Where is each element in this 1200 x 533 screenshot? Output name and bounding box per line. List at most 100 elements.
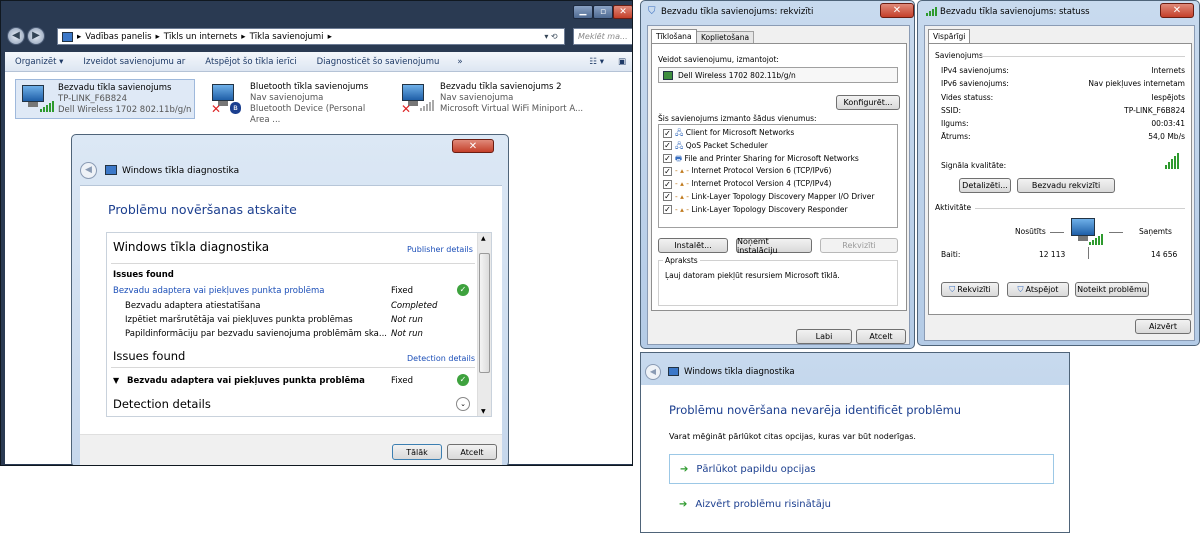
install-button[interactable]: Instalēt... xyxy=(658,238,728,253)
checkbox[interactable]: ✓ xyxy=(663,128,672,138)
diagnostics-dialog: ✕ ◀ Windows tīkla diagnostika Problēmu n… xyxy=(71,134,509,465)
detail-status: Fixed xyxy=(391,376,414,386)
view-options-icon[interactable]: ☷ ▾ xyxy=(583,57,610,67)
breadcrumb-sep-icon: ▸ xyxy=(327,31,332,42)
list-item[interactable]: ✓ - ▴ - Link-Layer Topology Discovery Map… xyxy=(663,191,893,204)
close-dialog-button[interactable]: Aizvērt xyxy=(1135,319,1191,334)
checkbox[interactable]: ✓ xyxy=(663,192,672,202)
collapse-chevron-icon[interactable]: ⌄ xyxy=(456,397,470,411)
properties-window: ⛉ Bezvadu tīkla savienojums: rekvizīti ✕… xyxy=(640,0,915,349)
address-bar[interactable]: ▸ Vadības panelis ▸ Tīkls un internets ▸… xyxy=(57,28,565,45)
toolbar: Organizēt ▾ Izveidot savienojumu ar Atsp… xyxy=(5,52,632,72)
ok-button[interactable]: Labi xyxy=(796,329,852,344)
tab-sharing[interactable]: Koplietošana xyxy=(696,31,755,43)
toolbar-disable-device[interactable]: Atspējot šo tīkla ierīci xyxy=(195,57,306,67)
nav-forward-button[interactable]: ▶ xyxy=(27,27,45,45)
connection-item-wireless[interactable]: Bezvadu tīkla savienojums TP-LINK_F6B824… xyxy=(15,79,195,119)
list-item[interactable]: ✓ 🖧 QoS Packet Scheduler xyxy=(663,140,893,153)
connection-device: Bluetooth Device (Personal Area ... xyxy=(250,104,366,125)
close-button[interactable]: ✕ xyxy=(880,3,914,18)
checkbox[interactable]: ✓ xyxy=(663,141,672,151)
maximize-button[interactable]: ▫ xyxy=(593,5,613,19)
list-item[interactable]: ✓ - ▴ - Internet Protocol Version 6 (TCP/… xyxy=(663,165,893,178)
disable-button[interactable]: ⛉ Atspējot xyxy=(1007,282,1069,297)
search-input[interactable]: Meklēt ma... xyxy=(573,28,632,45)
publisher-details-link[interactable]: Publisher details xyxy=(407,245,473,254)
checkbox[interactable]: ✓ xyxy=(663,179,672,189)
toolbar-diagnose[interactable]: Diagnosticēt šo savienojumu xyxy=(307,57,450,67)
checkbox[interactable]: ✓ xyxy=(663,205,672,215)
issue-row[interactable]: Bezvadu adaptera vai piekļuves punkta pr… xyxy=(113,286,325,296)
scrollbar[interactable]: ▲ ▼ xyxy=(477,233,491,416)
network-activity-icon xyxy=(1069,216,1103,250)
dialog-close-button[interactable]: ✕ xyxy=(452,139,494,153)
configure-button[interactable]: Konfigurēt... xyxy=(836,95,900,110)
breadcrumb-item[interactable]: Tīkla savienojumi xyxy=(250,32,324,42)
status-row: Ātrums: 54,0 Mb/s xyxy=(941,132,1185,142)
breadcrumb-item[interactable]: Tīkls un internets xyxy=(164,32,237,42)
fixed-check-icon: ✓ xyxy=(457,284,469,296)
connection-name: Bezvadu tīkla savienojums xyxy=(58,83,172,93)
list-item[interactable]: ✓ 🖶 File and Printer Sharing for Microsof… xyxy=(663,153,893,166)
dialog-title: Windows tīkla diagnostika xyxy=(122,166,240,176)
issue-row: Izpētiet maršrutētāja vai piekļuves punk… xyxy=(125,315,353,325)
option-browse-more[interactable]: ➔ Pārlūkot papildu opcijas xyxy=(669,454,1054,484)
connection-status: Nav savienojuma xyxy=(440,93,514,103)
list-item[interactable]: ✓ - ▴ - Internet Protocol Version 4 (TCP/… xyxy=(663,178,893,191)
connection-item-bluetooth[interactable]: ✕ ʙ Bluetooth tīkla savienojums Nav savi… xyxy=(206,79,386,125)
description-label: Apraksts xyxy=(663,256,700,265)
detail-issue: Bezvadu adaptera vai piekļuves punkta pr… xyxy=(127,376,365,386)
toolbar-organize[interactable]: Organizēt ▾ xyxy=(5,57,73,67)
cancel-button[interactable]: Atcelt xyxy=(856,329,906,344)
toolbar-more[interactable]: » xyxy=(449,57,470,67)
list-item[interactable]: ✓ 🖧 Client for Microsoft Networks xyxy=(663,127,893,140)
close-button[interactable]: ✕ xyxy=(1160,3,1194,18)
wireless-properties-button[interactable]: Bezvadu rekvizīti xyxy=(1017,178,1115,193)
checkbox[interactable]: ✓ xyxy=(663,166,672,176)
properties-button[interactable]: ⛉ Rekvizīti xyxy=(941,282,999,297)
diagnose-button[interactable]: Noteikt problēmu xyxy=(1075,282,1149,297)
detection-details-link[interactable]: Detection details xyxy=(407,354,475,363)
status-row: IPv4 savienojums: Internets xyxy=(941,66,1185,75)
dialog-back-button[interactable]: ◀ xyxy=(80,162,97,179)
details-button[interactable]: Detalizēti... xyxy=(959,178,1011,193)
next-button[interactable]: Tālāk xyxy=(392,444,442,460)
issue-status: Not run xyxy=(391,315,423,325)
status-rows: IPv4 savienojums: Internets IPv6 savienoj… xyxy=(941,64,1185,144)
nav-back-button[interactable]: ◀ xyxy=(7,27,25,45)
breadcrumb-item[interactable]: Vadības panelis xyxy=(85,32,151,42)
uninstall-button[interactable]: Noņemt instalāciju xyxy=(736,237,812,255)
window-title: Bezvadu tīkla savienojums: statuss xyxy=(940,7,1090,17)
refresh-button[interactable]: ▾ ⟲ xyxy=(537,29,565,44)
cancel-button[interactable]: Atcelt xyxy=(447,444,497,460)
signal-strength-icon xyxy=(1165,153,1179,169)
diagnostics-icon xyxy=(105,165,117,175)
toolbar-connect-to[interactable]: Izveidot savienojumu ar xyxy=(73,57,195,67)
green-arrow-icon: ➔ xyxy=(680,463,689,475)
option-close-troubleshooter[interactable]: ➔ Aizvērt problēmu risinātāju xyxy=(669,489,1054,519)
connection-item-wireless-2[interactable]: ✕ Bezvadu tīkla savienojums 2 Nav savien… xyxy=(396,79,596,119)
sent-label: Nosūtīts xyxy=(1015,227,1046,236)
tab-general[interactable]: Vispārīgi xyxy=(928,29,971,43)
status-row: Ilgums: 00:03:41 xyxy=(941,119,1185,129)
status-window: Bezvadu tīkla savienojums: statuss ✕ Vis… xyxy=(917,0,1200,346)
list-item[interactable]: ✓ - ▴ - Link-Layer Topology Discovery Res… xyxy=(663,204,893,217)
items-label: Šis savienojums izmanto šādus vienumus: xyxy=(658,114,817,123)
properties-button[interactable]: Rekvizīti xyxy=(820,238,898,253)
result-heading: Problēmu novēršana nevarēja identificēt … xyxy=(669,403,962,417)
received-label: Saņemts xyxy=(1139,227,1172,236)
shield-icon: ⛉ xyxy=(1017,284,1024,294)
adapter-field: Dell Wireless 1702 802.11b/g/n xyxy=(658,67,898,83)
close-button[interactable]: ✕ xyxy=(613,5,632,19)
minimize-button[interactable]: ▁ xyxy=(573,5,593,19)
dialog-back-button[interactable]: ◀ xyxy=(645,364,661,380)
checkbox[interactable]: ✓ xyxy=(663,154,672,164)
expand-arrow-icon[interactable]: ▼ xyxy=(113,376,119,385)
preview-pane-icon[interactable]: ▣ xyxy=(610,57,632,67)
signal-quality-label: Signāla kvalitāte: xyxy=(941,161,1007,170)
connection-device: Microsoft Virtual WiFi Miniport A... xyxy=(440,104,584,114)
bytes-label: Baiti: xyxy=(941,250,961,259)
tab-networking[interactable]: Tīklošana xyxy=(651,29,697,43)
diagnostics-icon xyxy=(668,367,679,376)
green-arrow-icon: ➔ xyxy=(679,498,688,510)
